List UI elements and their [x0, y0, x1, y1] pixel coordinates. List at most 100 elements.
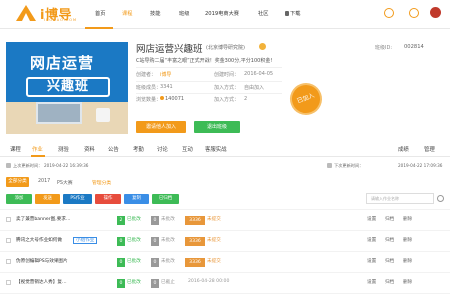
joined-seal-text: 已加入	[296, 92, 316, 105]
row-checkbox[interactable]	[6, 280, 11, 285]
join-mode: 自由加入	[244, 85, 265, 91]
nav-item-skills[interactable]: 技能	[150, 10, 160, 17]
invite-button[interactable]: 邀请他人加入	[136, 121, 186, 133]
course-header: 网店运营 兴趣班 网店运营兴趣班 (北京博导研究院) 班级ID: 002814 …	[0, 29, 450, 140]
tab-service-practice[interactable]: 客服实战	[205, 145, 227, 153]
teachers-count: 2	[244, 96, 248, 102]
course-org: (北京博导研究院)	[206, 45, 245, 51]
filter-all[interactable]: 全部分类	[6, 177, 29, 187]
quit-class-button[interactable]: 退出班级	[194, 121, 240, 133]
unsubmitted-count: 3336	[185, 216, 205, 225]
graded-label: 已批改	[127, 280, 141, 285]
nav-item-home[interactable]: 首页	[95, 10, 105, 17]
row-checkbox[interactable]	[6, 217, 11, 222]
class-tabs: 课程 作业 测验 资料 公告 考勤 讨论 互动 客服实战 成绩 管理	[0, 140, 450, 157]
tab-quiz[interactable]: 测验	[58, 145, 69, 153]
members-count: 3341	[160, 84, 173, 90]
filter-2017[interactable]: 2017	[38, 179, 50, 184]
tab-manage[interactable]: 管理	[424, 145, 435, 153]
search-icon[interactable]	[437, 195, 444, 202]
members-label: 班级成员：	[136, 85, 162, 91]
update-time-strip: 上次更新时间： 2019-04-22 16:39:36 下次更新时间： 2019…	[0, 160, 450, 172]
course-title: 网店运营兴趣班	[136, 44, 203, 55]
divider	[136, 67, 282, 68]
settings-link[interactable]: 设置	[367, 237, 376, 243]
avatar[interactable]	[430, 7, 441, 18]
homework-title[interactable]: 【视觉营销达人秀】复…	[16, 279, 67, 285]
ps-homework-button[interactable]: PS作业	[63, 194, 92, 204]
views-count: 140071	[165, 96, 185, 102]
tab-courses[interactable]: 课程	[10, 145, 21, 153]
unsubmitted-count: 3336	[185, 258, 205, 267]
graded-label: 已批改	[127, 217, 141, 222]
tab-active-indicator	[31, 155, 45, 157]
tab-homework[interactable]: 作业	[32, 145, 43, 153]
unsubmitted-count: 3336	[185, 237, 205, 246]
tab-attendance[interactable]: 考勤	[133, 145, 144, 153]
delete-link[interactable]: 删除	[403, 279, 412, 285]
creator-link[interactable]: i博导	[160, 71, 171, 78]
homework-title[interactable]: 伪原创编辑PS与效果图片	[16, 258, 68, 264]
notification-icon[interactable]	[384, 8, 394, 18]
nav-item-courses[interactable]: 课程	[122, 10, 132, 17]
tab-announcements[interactable]: 公告	[108, 145, 119, 153]
settings-link[interactable]: 设置	[367, 258, 376, 264]
nav-item-contest[interactable]: 2019电商大赛	[205, 10, 239, 17]
archive-link[interactable]: 归档	[385, 237, 394, 243]
course-slogan: C站导购二届“丰富之眼”正式开战！奖金300分,平分100积金!	[136, 58, 273, 64]
row-checkbox[interactable]	[6, 259, 11, 264]
homework-title[interactable]: 腾讯之大号作业如何做	[16, 237, 62, 243]
manage-categories-link[interactable]: 管理分类	[92, 179, 111, 186]
last-update-time: 2019-04-22 16:39:36	[44, 163, 89, 168]
deadline-label: 已截止	[161, 280, 175, 285]
table-row[interactable]: 【视觉营销达人秀】复… 0 已批改 0 已截止 2016-04-28 00:00…	[0, 272, 450, 292]
archive-link[interactable]: 归档	[385, 279, 394, 285]
copy-button[interactable]: 复制	[124, 194, 149, 204]
archive-link[interactable]: 归档	[385, 258, 394, 264]
table-row[interactable]: 0 0	[0, 293, 450, 300]
joined-seal: 已加入	[285, 78, 327, 120]
tab-materials[interactable]: 资料	[84, 145, 95, 153]
eye-icon	[160, 96, 164, 100]
created-label: 创建时间：	[214, 72, 240, 78]
graded-count: 0	[117, 237, 125, 246]
group-homework-tag: 小组作业	[73, 237, 98, 244]
last-update-label: 上次更新时间：	[13, 163, 43, 168]
clock-icon	[327, 163, 332, 168]
category-filter: 全部分类 2017 PS大赛 管理分类	[0, 174, 450, 188]
homework-title[interactable]: 卖了兼营banner图,要求…	[16, 216, 70, 222]
graded-count: 0	[117, 258, 125, 267]
delete-link[interactable]: 删除	[403, 216, 412, 222]
delete-link[interactable]: 删除	[403, 237, 412, 243]
table-row[interactable]: 腾讯之大号作业如何做 小组作业 0 已批改 0 未批改 3336 未提交 设置 …	[0, 230, 450, 250]
divider	[136, 81, 282, 82]
delete-link[interactable]: 删除	[403, 258, 412, 264]
nav-item-community[interactable]: 社区	[258, 10, 268, 17]
table-row[interactable]: 卖了兼营banner图,要求… 2 已批改 0 未批改 3336 未提交 设置 …	[0, 209, 450, 229]
homework-search-input[interactable]: 请输入作业名称	[366, 193, 434, 204]
filter-ps-contest[interactable]: PS大赛	[57, 179, 73, 186]
site-logo[interactable]: i博导 IBODAO.COM	[14, 3, 84, 25]
nav-item-download[interactable]: 下载	[285, 10, 300, 17]
next-update-time: 2019-04-22 17:09:36	[398, 163, 443, 168]
add-button[interactable]: 添加	[6, 194, 32, 204]
ungraded-count: 0	[151, 258, 159, 267]
archived-button[interactable]: 已归档	[152, 194, 179, 204]
tab-discussion[interactable]: 讨论	[157, 145, 168, 153]
row-checkbox[interactable]	[6, 238, 11, 243]
tab-grades[interactable]: 成绩	[398, 145, 409, 153]
table-row[interactable]: 伪原创编辑PS与效果图片 0 已批改 0 未批改 3336 未提交 设置 归档 …	[0, 251, 450, 271]
send-button[interactable]: 发送	[35, 194, 60, 204]
graded-label: 已批改	[127, 259, 141, 264]
nav-item-classes[interactable]: 班级	[179, 10, 189, 17]
settings-link[interactable]: 设置	[367, 279, 376, 285]
message-icon[interactable]	[409, 8, 419, 18]
operate-button[interactable]: 操作	[95, 194, 121, 204]
ungraded-count: 0	[151, 237, 159, 246]
clock-icon	[6, 163, 11, 168]
settings-link[interactable]: 设置	[367, 216, 376, 222]
tab-interaction[interactable]: 互动	[182, 145, 193, 153]
ungraded-label: 未批改	[161, 259, 175, 264]
top-navigation: i博导 IBODAO.COM 首页 课程 技能 班级 2019电商大赛 社区 下…	[0, 0, 450, 29]
archive-link[interactable]: 归档	[385, 216, 394, 222]
